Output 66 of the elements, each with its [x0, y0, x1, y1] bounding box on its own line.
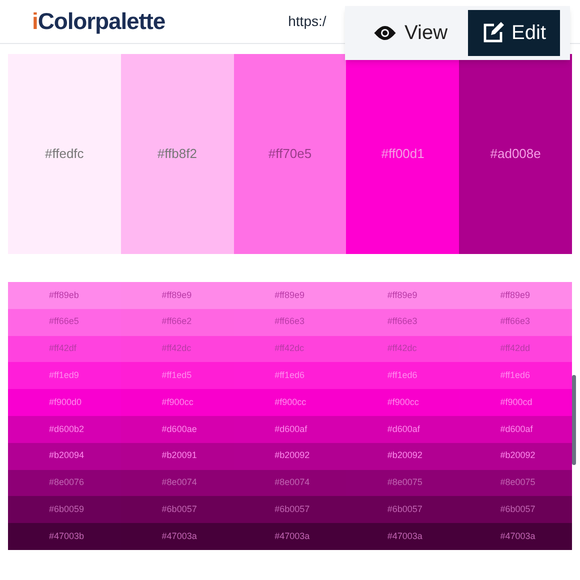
- shade-cell: #6b0057: [120, 496, 234, 524]
- shade-cell: #47003a: [120, 523, 234, 550]
- shade-cell: #d600ae: [120, 416, 234, 443]
- hex-label: #ffb8f2: [157, 145, 197, 164]
- url-text: https:/: [288, 12, 326, 31]
- shade-cell: #d600af: [234, 416, 346, 443]
- shade-cell: #6b0057: [234, 496, 346, 524]
- shade-cell: #47003b: [8, 523, 121, 550]
- shade-cell: #ff89e9: [346, 282, 460, 309]
- shade-cell: #ff1ed5: [120, 362, 234, 390]
- shade-cell: #ff66e2: [120, 308, 234, 336]
- shade-cell: #ff89e9: [459, 282, 572, 309]
- shade-cell: #6b0059: [8, 496, 121, 524]
- view-button[interactable]: View: [358, 10, 462, 56]
- shade-cell: #f900cd: [459, 389, 572, 416]
- shade-cell: #8e0075: [346, 470, 460, 496]
- shade-cell: #ff66e3: [459, 308, 572, 336]
- shade-cell: #b20092: [234, 442, 346, 470]
- logo[interactable]: iColorpalette: [32, 10, 166, 33]
- shade-cell: #47003a: [459, 523, 572, 550]
- color-swatch[interactable]: #ad008e: [459, 54, 572, 254]
- shade-cell: #b20092: [346, 442, 460, 470]
- shade-cell: #ff66e3: [234, 308, 346, 336]
- shade-cell: #b20092: [459, 442, 572, 470]
- edit-button[interactable]: Edit: [468, 10, 560, 56]
- color-swatch[interactable]: #ffb8f2: [120, 54, 234, 254]
- shade-cell: #ff1ed6: [234, 362, 346, 390]
- edit-icon: [482, 22, 504, 44]
- shade-cell: #6b0057: [459, 496, 572, 524]
- shade-cell: #f900cc: [234, 389, 346, 416]
- hex-label: #ff00d1: [381, 145, 424, 164]
- scrollbar[interactable]: [572, 375, 576, 465]
- shade-cell: #ff66e3: [346, 308, 460, 336]
- shade-cell: #f900cc: [346, 389, 460, 416]
- shade-cell: #ff42dc: [346, 336, 460, 362]
- shade-cell: #6b0057: [346, 496, 460, 524]
- color-swatch[interactable]: #ff70e5: [234, 54, 346, 254]
- shade-cell: #ff89e9: [120, 282, 234, 309]
- shade-cell: #ff1ed9: [8, 362, 121, 390]
- color-swatch[interactable]: #ffedfc: [8, 54, 121, 254]
- shade-cell: #ff89eb: [8, 282, 121, 309]
- shade-cell: #b20094: [8, 442, 121, 470]
- shade-cell: #8e0075: [459, 470, 572, 496]
- shade-cell: #8e0076: [8, 470, 121, 496]
- hex-label: #ad008e: [490, 145, 541, 164]
- shade-cell: #d600af: [346, 416, 460, 443]
- shade-cell: #ff42dc: [234, 336, 346, 362]
- shade-cell: #47003a: [234, 523, 346, 550]
- shade-cell: #ff42dc: [120, 336, 234, 362]
- shade-cell: #f900d0: [8, 389, 121, 416]
- shade-cell: #ff89e9: [234, 282, 346, 309]
- shade-cell: #ff1ed6: [346, 362, 460, 390]
- shade-cell: #d600b2: [8, 416, 121, 443]
- shade-cell: #f900cc: [120, 389, 234, 416]
- hex-label: #ffedfc: [45, 145, 84, 164]
- shade-cell: #d600af: [459, 416, 572, 443]
- shade-cell: #8e0074: [120, 470, 234, 496]
- hex-label: #ff70e5: [268, 145, 312, 164]
- shade-cell: #ff42df: [8, 336, 121, 362]
- shade-cell: #b20091: [120, 442, 234, 470]
- shade-cell: #ff1ed6: [459, 362, 572, 390]
- shade-cell: #ff42dd: [459, 336, 572, 362]
- shade-cell: #8e0074: [234, 470, 346, 496]
- eye-icon: [372, 25, 397, 41]
- shade-cell: #ff66e5: [8, 308, 121, 336]
- shade-cell: #47003a: [346, 523, 460, 550]
